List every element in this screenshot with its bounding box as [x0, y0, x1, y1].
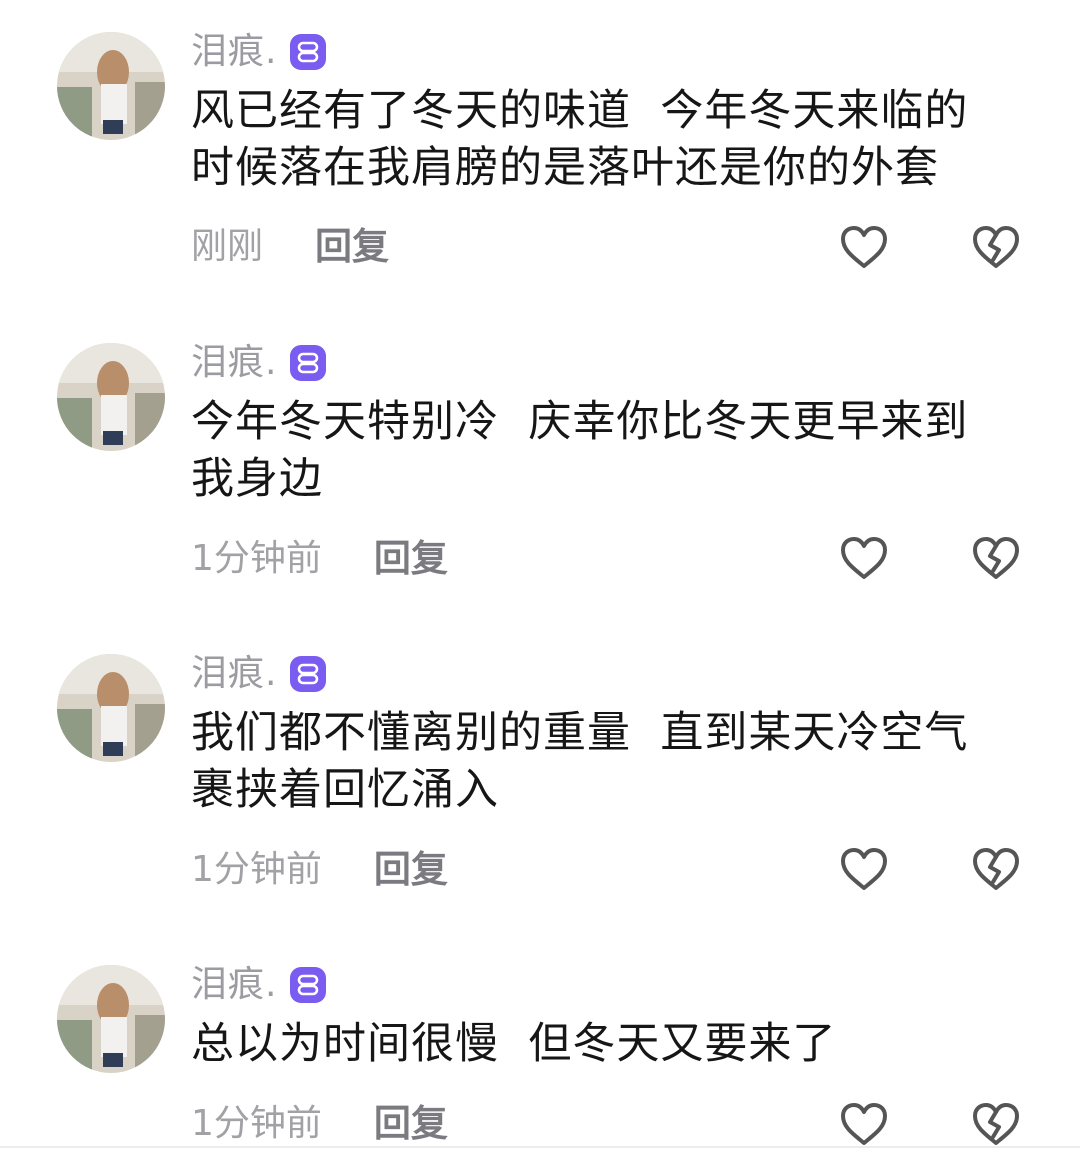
purple-member-badge-icon — [289, 966, 327, 1004]
broken-heart-icon — [973, 537, 1019, 579]
heart-outline-icon — [841, 848, 887, 890]
purple-member-badge-icon — [289, 33, 327, 71]
username[interactable]: 泪痕. — [191, 651, 277, 697]
reply-button[interactable]: 回复 — [374, 1101, 448, 1147]
comment-text: 风已经有了冬天的味道 今年冬天来临的时候落在我肩膀的是落叶还是你的外套 — [191, 86, 969, 193]
timestamp: 1分钟前 — [191, 849, 322, 890]
purple-member-badge-icon — [289, 655, 327, 693]
dislike-button[interactable] — [971, 846, 1021, 892]
reply-button[interactable]: 回复 — [315, 224, 389, 270]
comment-meta: 1分钟前 回复 — [191, 536, 448, 582]
heart-outline-icon — [841, 537, 887, 579]
broken-heart-icon — [973, 848, 1019, 890]
dislike-button[interactable] — [971, 535, 1021, 581]
username-row: 泪痕. — [191, 340, 327, 386]
avatar[interactable] — [57, 32, 165, 140]
broken-heart-icon — [973, 1103, 1019, 1145]
reply-button[interactable]: 回复 — [374, 847, 448, 893]
bottom-divider — [0, 1146, 1080, 1148]
broken-heart-icon — [973, 226, 1019, 268]
username[interactable]: 泪痕. — [191, 29, 277, 75]
username[interactable]: 泪痕. — [191, 340, 277, 386]
heart-outline-icon — [841, 1103, 887, 1145]
username-row: 泪痕. — [191, 651, 327, 697]
username[interactable]: 泪痕. — [191, 962, 277, 1008]
like-button[interactable] — [839, 535, 889, 581]
purple-member-badge-icon — [289, 344, 327, 382]
reply-button[interactable]: 回复 — [374, 536, 448, 582]
comment-meta: 1分钟前 回复 — [191, 847, 448, 893]
comment-meta: 1分钟前 回复 — [191, 1101, 448, 1147]
timestamp: 1分钟前 — [191, 1103, 322, 1144]
username-row: 泪痕. — [191, 29, 327, 75]
dislike-button[interactable] — [971, 224, 1021, 270]
timestamp: 1分钟前 — [191, 538, 322, 579]
username-row: 泪痕. — [191, 962, 327, 1008]
comment-text: 我们都不懂离别的重量 直到某天冷空气裹挟着回忆涌入 — [191, 708, 969, 815]
avatar[interactable] — [57, 343, 165, 451]
avatar[interactable] — [57, 965, 165, 1073]
heart-outline-icon — [841, 226, 887, 268]
like-button[interactable] — [839, 846, 889, 892]
timestamp: 刚刚 — [191, 226, 264, 267]
avatar[interactable] — [57, 654, 165, 762]
like-button[interactable] — [839, 1101, 889, 1147]
comment-text: 今年冬天特别冷 庆幸你比冬天更早来到我身边 — [191, 397, 969, 504]
comment-meta: 刚刚 回复 — [191, 224, 389, 270]
dislike-button[interactable] — [971, 1101, 1021, 1147]
like-button[interactable] — [839, 224, 889, 270]
comment-text: 总以为时间很慢 但冬天又要来了 — [191, 1019, 837, 1069]
